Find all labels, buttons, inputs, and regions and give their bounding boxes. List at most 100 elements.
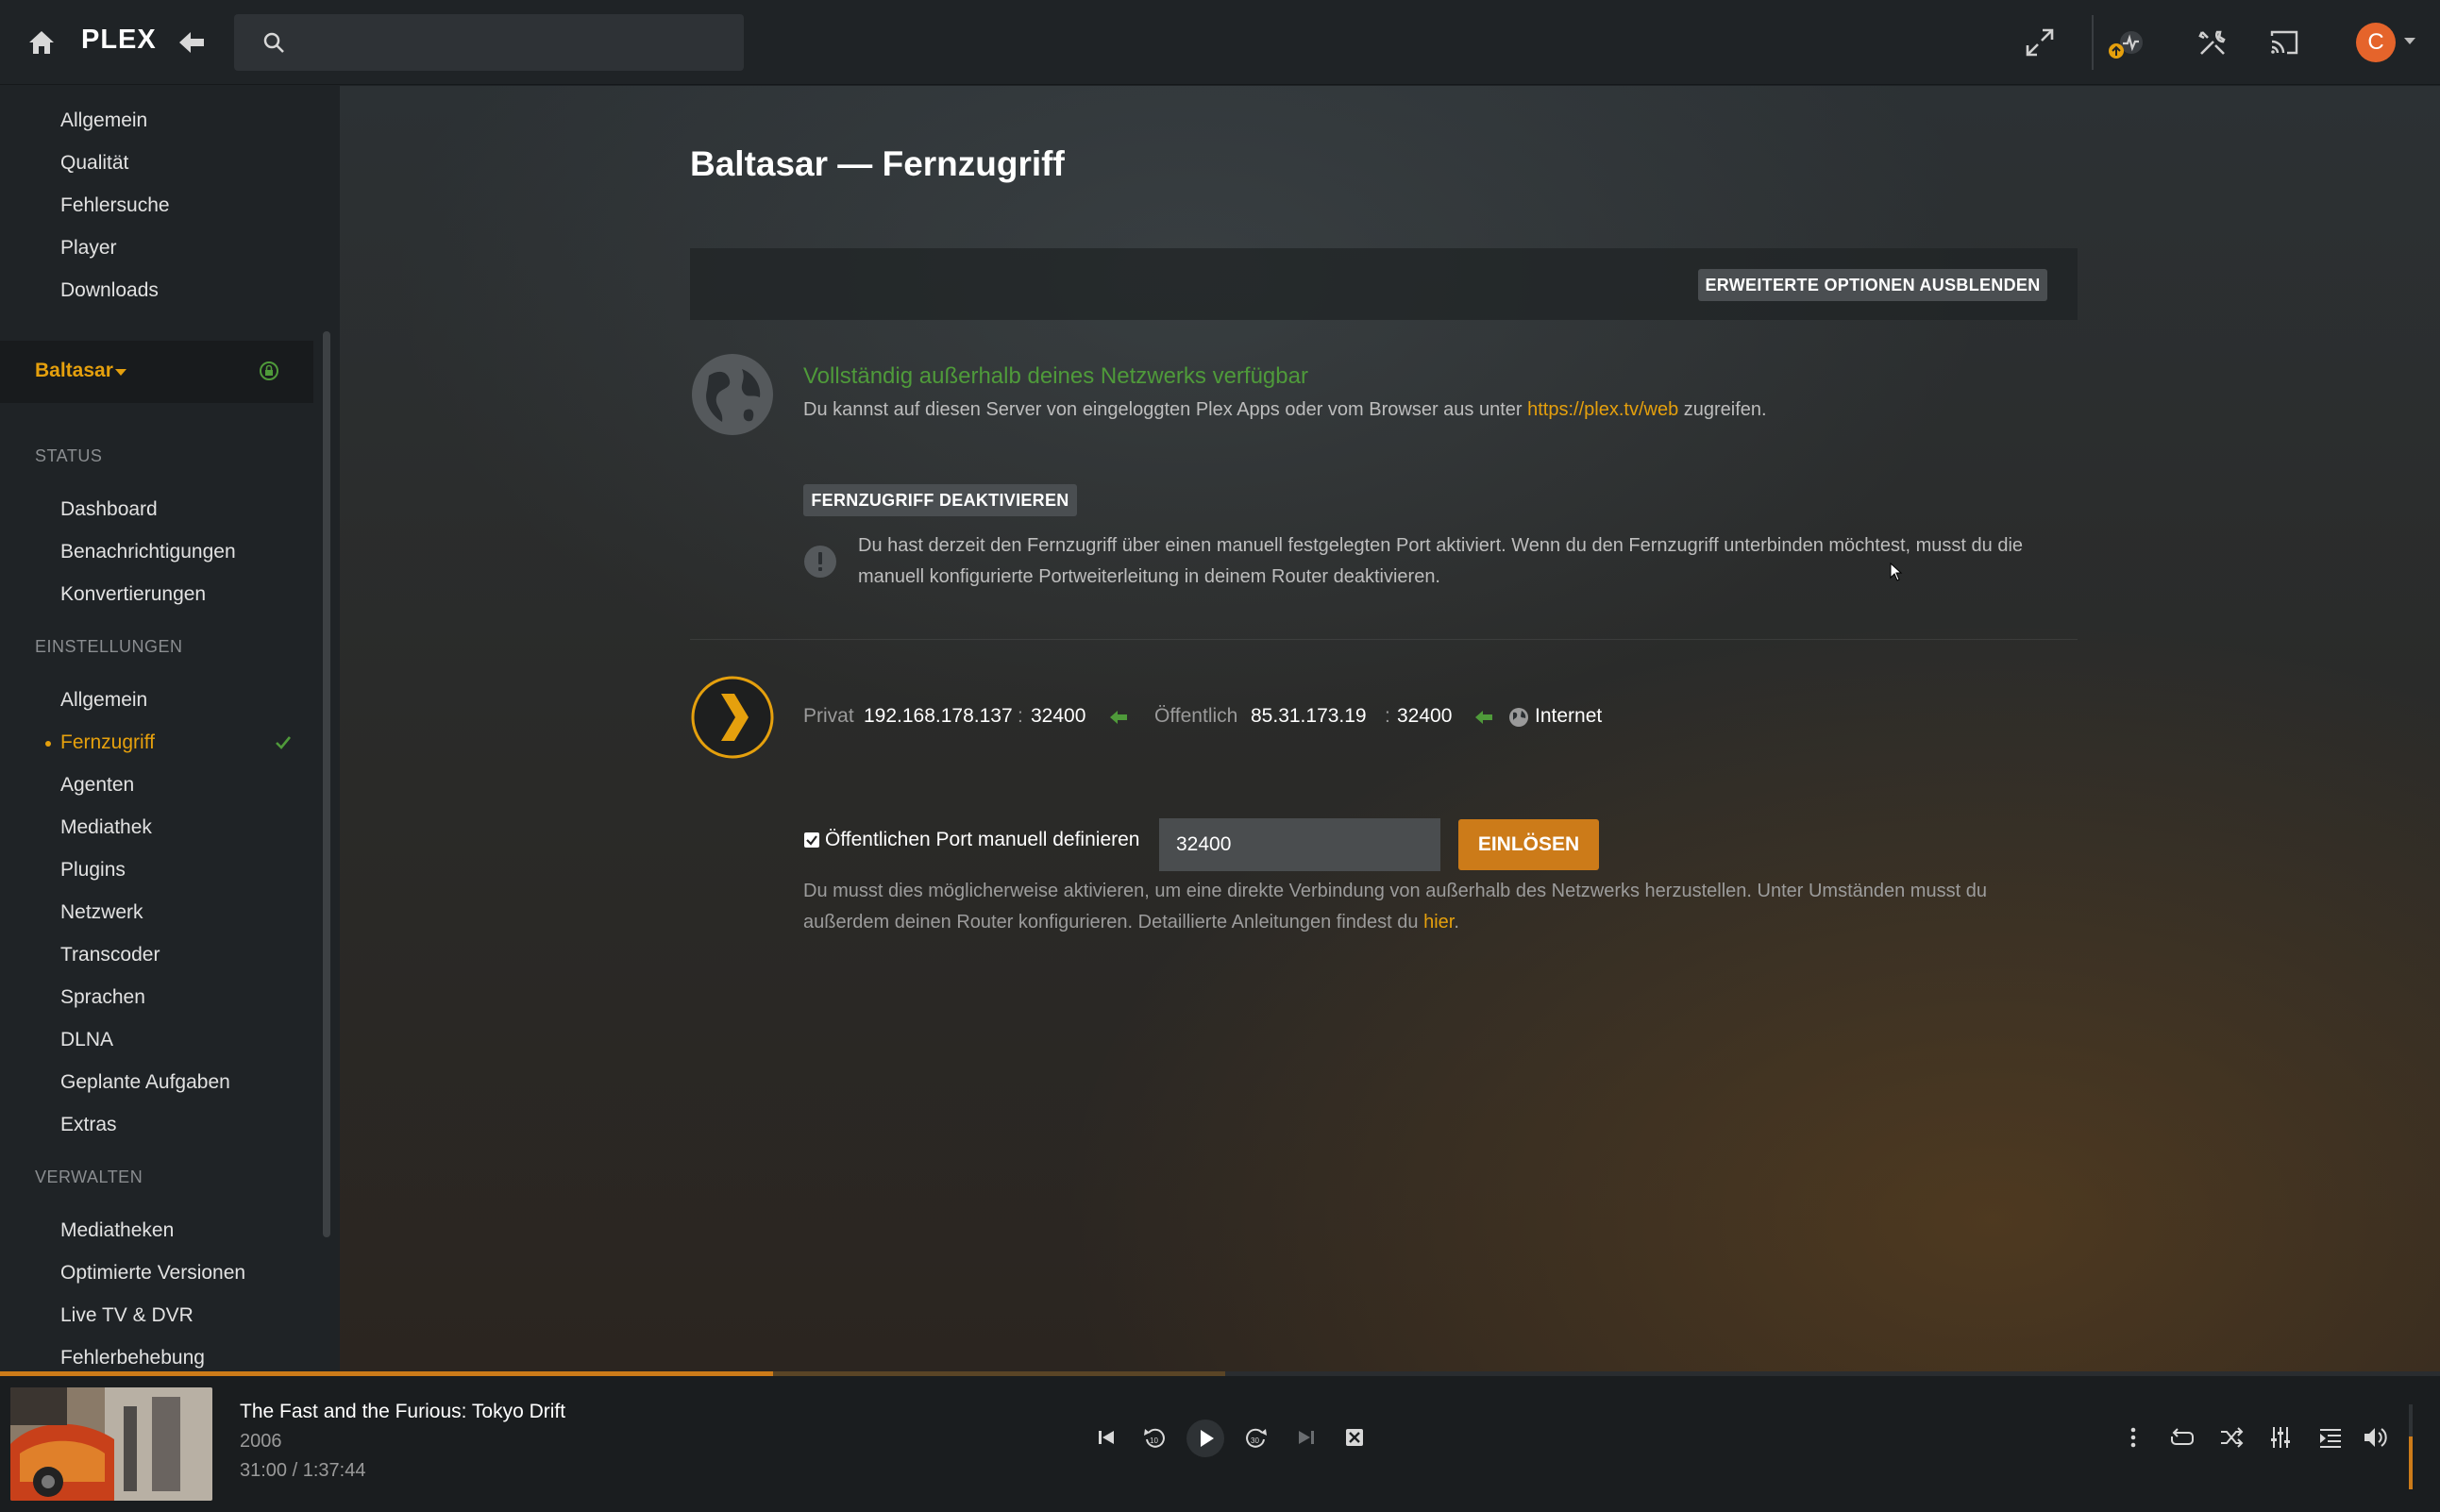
now-playing-time: 31:00 / 1:37:44 (240, 1460, 366, 1481)
cast-icon[interactable] (2266, 25, 2302, 60)
instructions-link[interactable]: hier (1423, 912, 1454, 932)
page-title: Baltasar — Fernzugriff (690, 144, 1065, 183)
more-options-icon[interactable] (2119, 1423, 2147, 1452)
connection-arrow-icon (1110, 711, 1127, 724)
sidebar-item-benachrichtigungen[interactable]: Benachrichtigungen (60, 538, 236, 566)
logo-text: PLEX (81, 25, 157, 55)
sidebar-item-plugins[interactable]: Plugins (60, 856, 126, 884)
manual-port-hint: Du musst dies möglicherweise aktivieren,… (803, 876, 2068, 938)
disable-remote-access-button[interactable]: FERNZUGRIFF DEAKTIVIEREN (803, 484, 1077, 516)
volume-level (2409, 1436, 2413, 1489)
play-queue-icon[interactable] (2316, 1423, 2345, 1452)
plex-logo[interactable]: PLEX (81, 25, 157, 56)
sidebar-item-dashboard[interactable]: Dashboard (60, 496, 158, 524)
chevron-down-icon (115, 369, 126, 376)
hint-text-post: . (1454, 912, 1459, 932)
repeat-icon[interactable] (2168, 1423, 2196, 1452)
section-heading-status: STATUS (35, 446, 103, 465)
sidebar-item-dlna[interactable]: DLNA (60, 1026, 113, 1054)
toolbar-divider (2092, 15, 2094, 70)
back-arrow-icon[interactable] (176, 26, 208, 59)
search-input[interactable] (300, 24, 725, 61)
checkmark-icon (276, 736, 292, 749)
play-icon (1201, 1430, 1214, 1447)
sidebar-item-mediatheken[interactable]: Mediatheken (60, 1217, 174, 1245)
sidebar-item-mediathek[interactable]: Mediathek (60, 814, 152, 842)
volume-slider[interactable] (2409, 1404, 2413, 1489)
main-content: Baltasar — Fernzugriff ERWEITERTE OPTION… (340, 86, 2440, 1371)
apply-port-button[interactable]: EINLÖSEN (1458, 819, 1599, 870)
svg-text:30: 30 (1251, 1436, 1259, 1445)
sidebar-item-live-tv-dvr[interactable]: Live TV & DVR (60, 1302, 194, 1330)
stop-close-icon[interactable] (1340, 1423, 1369, 1452)
private-port: 32400 (1031, 705, 1086, 727)
replay-10-icon[interactable]: 10 (1140, 1423, 1169, 1452)
server-selector[interactable]: Baltasar (0, 341, 313, 403)
ip-port-separator: : (1385, 705, 1390, 727)
sidebar-item-netzwerk[interactable]: Netzwerk (60, 899, 143, 927)
home-icon[interactable] (26, 28, 57, 57)
activity-icon[interactable] (2107, 25, 2143, 60)
movie-poster-thumbnail[interactable] (10, 1387, 212, 1501)
top-bar: PLEX C (0, 0, 2440, 85)
plex-web-link[interactable]: https://plex.tv/web (1527, 399, 1678, 420)
svg-text:10: 10 (1150, 1436, 1158, 1445)
active-indicator (45, 741, 51, 747)
remote-access-status-title: Vollständig außerhalb deines Netzwerks v… (803, 363, 1308, 389)
warning-icon (804, 546, 836, 578)
checkbox-check-icon (806, 835, 817, 846)
sidebar-item-extras[interactable]: Extras (60, 1111, 117, 1139)
sidebar-scrollbar[interactable] (323, 331, 330, 1237)
sidebar-item-fehlersuche[interactable]: Fehlersuche (60, 192, 170, 220)
advanced-options-panel: ERWEITERTE OPTIONEN AUSBLENDEN (690, 248, 2078, 320)
chevron-down-icon[interactable] (2404, 38, 2415, 44)
server-name: Baltasar (35, 360, 113, 381)
private-ip: 192.168.178.137 (864, 705, 1013, 727)
plex-chevron-icon (691, 676, 774, 759)
shuffle-icon[interactable] (2217, 1423, 2246, 1452)
hide-advanced-options-button[interactable]: ERWEITERTE OPTIONEN AUSBLENDEN (1698, 269, 2047, 301)
now-playing-year: 2006 (240, 1431, 282, 1452)
sidebar-item-qualitaet[interactable]: Qualität (60, 149, 128, 177)
connection-arrow-icon (1475, 711, 1492, 724)
sidebar-item-downloads[interactable]: Downloads (60, 277, 159, 305)
forward-30-icon[interactable]: 30 (1242, 1423, 1270, 1452)
volume-icon[interactable] (2361, 1423, 2389, 1452)
mini-player: The Fast and the Furious: Tokyo Drift 20… (0, 1376, 2440, 1512)
manual-port-label[interactable]: Öffentlichen Port manuell definieren (825, 829, 1139, 851)
internet-globe-icon (1509, 708, 1528, 727)
section-divider (690, 639, 2078, 640)
skip-next-icon[interactable] (1292, 1423, 1321, 1452)
sidebar-item-transcoder[interactable]: Transcoder (60, 941, 160, 969)
secure-lock-icon (260, 361, 278, 380)
sidebar-item-konvertierungen[interactable]: Konvertierungen (60, 580, 206, 609)
sidebar-item-allgemein[interactable]: Allgemein (60, 107, 147, 135)
sidebar-item-optimierte-versionen[interactable]: Optimierte Versionen (60, 1259, 245, 1287)
search-box[interactable] (234, 14, 744, 71)
sidebar-item-geplante-aufgaben[interactable]: Geplante Aufgaben (60, 1068, 230, 1097)
sidebar-item-player[interactable]: Player (60, 234, 117, 262)
status-text-pre: Du kannst auf diesen Server von eingelog… (803, 399, 1528, 420)
now-playing-title[interactable]: The Fast and the Furious: Tokyo Drift (240, 1401, 565, 1423)
manual-port-warning-text: Du hast derzeit den Fernzugriff über ein… (858, 535, 2024, 587)
search-icon (263, 32, 284, 53)
hint-text-pre: Du musst dies möglicherweise aktivieren,… (803, 881, 1987, 932)
user-avatar[interactable]: C (2356, 23, 2396, 62)
play-button[interactable] (1186, 1420, 1224, 1457)
sidebar-item-fernzugriff[interactable]: Fernzugriff (60, 729, 155, 757)
ip-port-separator: : (1018, 705, 1023, 727)
sidebar-item-fehlerbehebung[interactable]: Fehlerbehebung (60, 1344, 205, 1371)
sidebar-item-sprachen[interactable]: Sprachen (60, 983, 145, 1012)
skip-previous-icon[interactable] (1092, 1423, 1120, 1452)
private-label: Privat (803, 705, 854, 727)
settings-tools-icon[interactable] (2195, 25, 2230, 60)
mouse-cursor-icon (1890, 563, 1903, 581)
public-port: 32400 (1397, 705, 1453, 727)
fullscreen-icon[interactable] (2022, 25, 2058, 60)
sidebar-item-agenten[interactable]: Agenten (60, 771, 134, 799)
sidebar-item-settings-allgemein[interactable]: Allgemein (60, 686, 147, 714)
equalizer-icon[interactable] (2266, 1423, 2295, 1452)
manual-port-checkbox[interactable] (804, 832, 819, 848)
public-ip: 85.31.173.19 (1251, 705, 1367, 727)
public-port-input[interactable] (1159, 818, 1440, 871)
